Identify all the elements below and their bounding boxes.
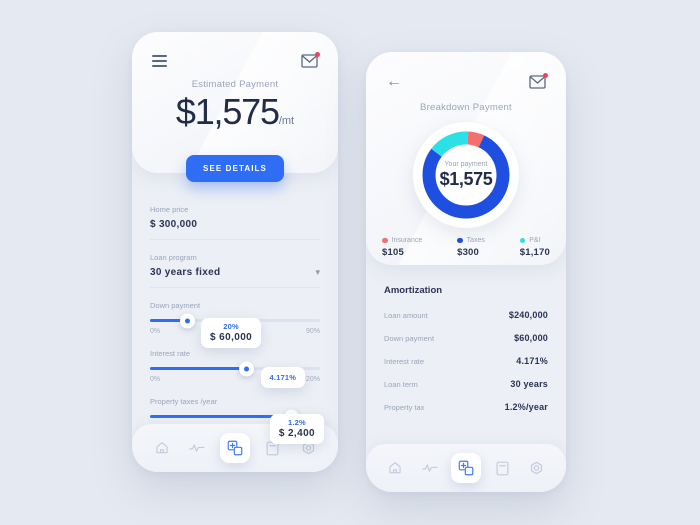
interest-rate-label: Interest rate: [150, 349, 191, 358]
amortization-value: 30 years: [510, 379, 548, 389]
amortization-row: Down payment $60,000: [384, 333, 548, 343]
home-price-label: Home price: [150, 205, 189, 214]
property-taxes-label: Property taxes /year: [150, 397, 218, 406]
see-details-button[interactable]: SEE DETAILS: [186, 155, 284, 182]
right-header-bar: ←: [366, 52, 566, 90]
legend-dot-insurance: [382, 237, 388, 244]
estimated-payment-hero: Estimated Payment $1,575/mt: [132, 79, 338, 130]
payment-donut-chart: Your payment $1,575: [413, 122, 519, 228]
legend-dot-taxes: [457, 237, 463, 244]
amortization-key: Loan amount: [384, 310, 428, 320]
down-payment-min: 0%: [150, 328, 161, 335]
hero-amount: $1,575/mt: [132, 94, 338, 130]
breakdown-title-wrap: Breakdown Payment: [366, 102, 566, 113]
amortization-value: $60,000: [514, 333, 548, 343]
amortization-row: Property tax 1.2%/year: [384, 402, 548, 412]
interest-rate-knob[interactable]: [239, 361, 255, 376]
nav-home-icon[interactable]: [382, 455, 408, 481]
legend-name-pi: P&I: [529, 237, 541, 244]
amortization-row: Interest rate 4.171%: [384, 356, 548, 366]
back-arrow-icon[interactable]: ←: [386, 74, 402, 90]
loan-program-label: Loan program: [150, 253, 197, 262]
donut-svg: [422, 131, 510, 219]
slider-interest-rate[interactable]: Interest rate 0% 20% 4.171%: [150, 349, 320, 388]
field-home-price[interactable]: Home price $ 300,000: [150, 205, 320, 240]
amortization-value: $240,000: [508, 310, 548, 320]
interest-rate-percent: 4.171%: [269, 373, 297, 382]
notification-dot: [543, 72, 548, 78]
nav-home-icon[interactable]: [149, 435, 175, 461]
amortization-section: Amortization Loan amount $240,000 Down p…: [366, 265, 566, 412]
nav-settings-gear-icon[interactable]: [524, 455, 550, 481]
donut-legend: Insurance $105 Taxes $300 P&I $1,170: [366, 223, 566, 258]
amortization-row: Loan term 30 years: [384, 379, 548, 389]
amortization-title: Amortization: [384, 285, 443, 296]
slider-down-payment[interactable]: Down payment 0% 90% 20% $ 60,000: [150, 301, 320, 348]
left-phone-screen: Estimated Payment $1,575/mt SEE DETAILS …: [132, 32, 338, 472]
right-phone-screen: ← Breakdown Payment Your payment $1,575 …: [366, 52, 566, 492]
nav-calculator-duplicate-icon[interactable]: [450, 453, 481, 483]
estimated-payment-card: Estimated Payment $1,575/mt: [132, 32, 338, 173]
down-payment-label: Down payment: [150, 301, 201, 310]
calculator-form: Home price $ 300,000 Loan program 30 yea…: [132, 173, 338, 444]
interest-rate-max: 20%: [305, 376, 320, 383]
legend-name-insurance: Insurance: [391, 237, 423, 244]
property-taxes-percent: 1.2%: [287, 418, 306, 427]
mail-envelope-icon[interactable]: [529, 72, 548, 89]
legend-name-taxes: Taxes: [466, 237, 485, 244]
legend-item-pi: P&I $1,170: [519, 237, 550, 258]
amortization-row: Loan amount $240,000: [384, 310, 548, 320]
hero-label: Estimated Payment: [191, 79, 279, 90]
amortization-key: Property tax: [384, 402, 425, 412]
amortization-value: 4.171%: [516, 356, 548, 366]
hero-amount-suffix: /mt: [278, 115, 295, 127]
amortization-key: Down payment: [384, 333, 435, 343]
legend-item-taxes: Taxes $300: [457, 237, 485, 258]
property-taxes-amount: $ 2,400: [278, 428, 315, 439]
amortization-key: Interest rate: [384, 356, 425, 366]
interest-rate-min: 0%: [150, 376, 161, 383]
down-payment-tooltip: 20% $ 60,000: [201, 318, 262, 348]
loan-program-value: 30 years fixed: [150, 267, 221, 278]
breakdown-title: Breakdown Payment: [420, 102, 512, 113]
legend-item-insurance: Insurance $105: [382, 237, 422, 258]
interest-rate-tooltip: 4.171%: [260, 367, 306, 388]
notification-dot: [315, 51, 320, 57]
property-taxes-tooltip: 1.2% $ 2,400: [269, 414, 324, 444]
nav-document-icon[interactable]: [489, 455, 515, 481]
nav-activity-pulse-icon[interactable]: [184, 435, 210, 461]
hero-amount-value: $1,575: [175, 91, 280, 132]
right-bottom-nav: [366, 444, 566, 492]
breakdown-payment-card: ← Breakdown Payment Your payment $1,575 …: [366, 52, 566, 265]
left-header-bar: [132, 32, 338, 68]
hamburger-menu-icon[interactable]: [152, 55, 167, 67]
home-price-value: $ 300,000: [150, 219, 198, 230]
legend-dot-pi: [519, 237, 526, 244]
down-payment-max: 90%: [305, 328, 320, 335]
nav-activity-pulse-icon[interactable]: [417, 455, 443, 481]
field-loan-program[interactable]: Loan program 30 years fixed ▾: [150, 253, 320, 288]
app-canvas: Estimated Payment $1,575/mt SEE DETAILS …: [0, 0, 700, 525]
down-payment-amount: $ 60,000: [210, 332, 253, 343]
legend-value-taxes: $300: [457, 247, 480, 258]
down-payment-knob[interactable]: [179, 313, 195, 328]
legend-value-insurance: $105: [382, 247, 404, 258]
nav-calculator-duplicate-icon[interactable]: [219, 433, 250, 463]
down-payment-percent: 20%: [223, 322, 239, 331]
amortization-key: Loan term: [384, 379, 418, 389]
chevron-down-icon[interactable]: ▾: [315, 267, 320, 278]
legend-value-pi: $1,170: [519, 247, 550, 258]
mail-envelope-icon[interactable]: [301, 51, 320, 68]
amortization-value: 1.2%/year: [504, 402, 548, 412]
